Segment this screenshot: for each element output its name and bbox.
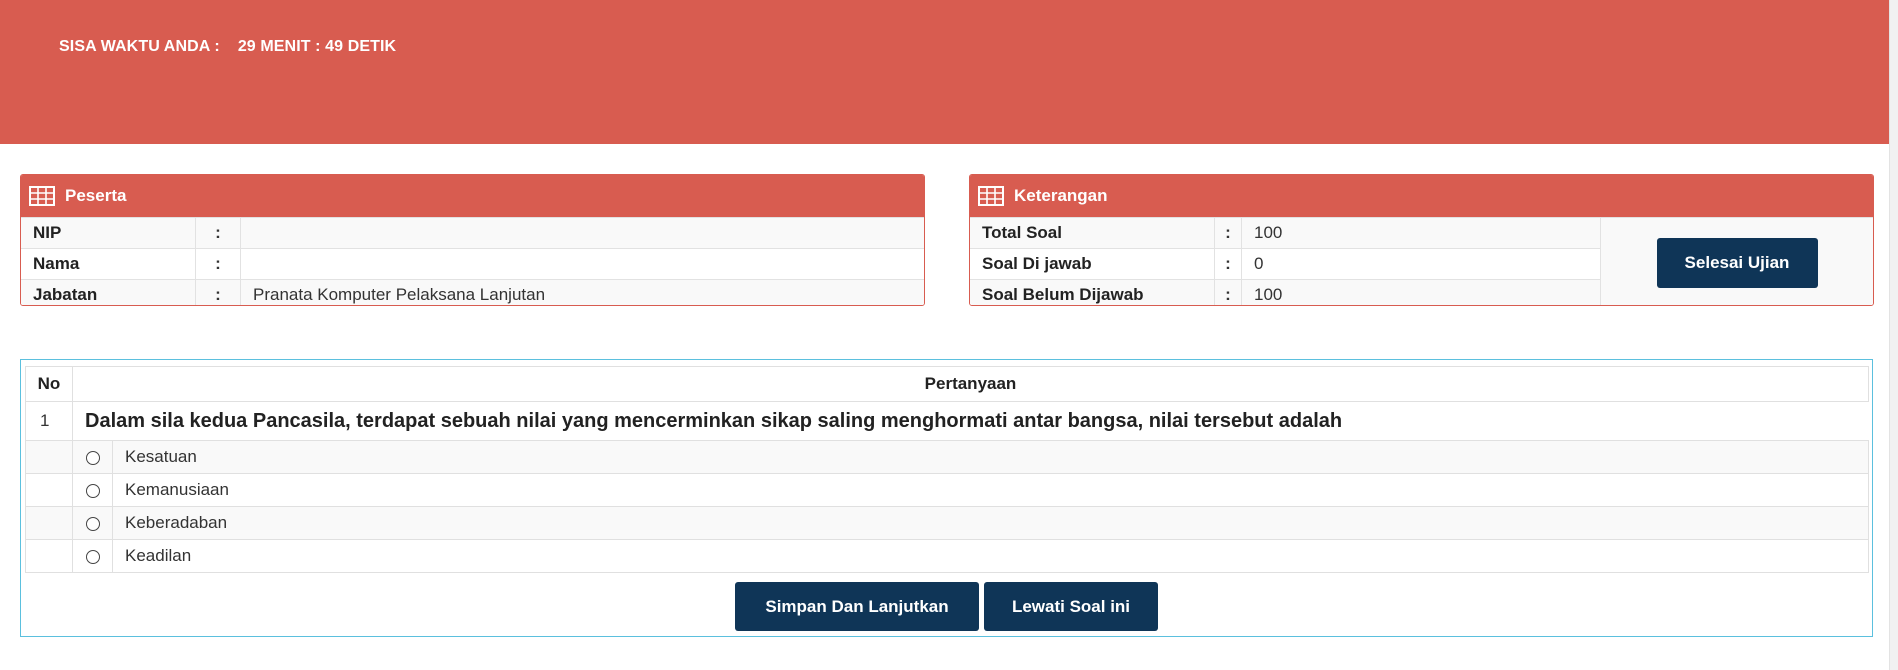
option-spacer	[25, 440, 73, 474]
option-row[interactable]: Keadilan	[25, 539, 1869, 573]
nip-value	[240, 217, 924, 249]
soal-dijawab-value: 0	[1241, 248, 1600, 280]
question-table: No Pertanyaan 1 Dalam sila kedua Pancasi…	[25, 366, 1869, 573]
keterangan-row-dijawab: Soal Di jawab : 0	[970, 248, 1600, 280]
option-radio-keberadaban[interactable]	[85, 516, 100, 531]
peserta-row-jabatan: Jabatan : Pranata Komputer Pelaksana Lan…	[21, 279, 924, 305]
nip-colon: :	[195, 217, 241, 249]
option-radio-kesatuan[interactable]	[85, 450, 100, 465]
jabatan-value: Pranata Komputer Pelaksana Lanjutan	[240, 279, 924, 305]
peserta-panel-title: Peserta	[65, 186, 127, 205]
option-radio-cell	[72, 506, 113, 540]
option-spacer	[25, 473, 73, 507]
table-grid-icon	[978, 186, 1004, 206]
top-header-bar: SISA WAKTU ANDA : 29 MENIT : 49 DETIK	[0, 0, 1890, 144]
keterangan-panel-title: Keterangan	[1014, 186, 1108, 205]
finish-exam-button[interactable]: Selesai Ujian	[1656, 237, 1818, 288]
soal-dijawab-label: Soal Di jawab	[970, 248, 1215, 280]
soal-belum-colon: :	[1214, 279, 1242, 305]
total-soal-label: Total Soal	[970, 217, 1215, 249]
option-radio-cell	[72, 440, 113, 474]
option-label-keberadaban[interactable]: Keberadaban	[112, 506, 1869, 540]
question-text: Dalam sila kedua Pancasila, terdapat seb…	[72, 401, 1869, 441]
skip-question-button[interactable]: Lewati Soal ini	[984, 582, 1158, 631]
table-grid-icon	[29, 186, 55, 206]
nip-label: NIP	[21, 217, 196, 249]
keterangan-row-total: Total Soal : 100	[970, 217, 1600, 249]
nama-label: Nama	[21, 248, 196, 280]
option-label-kemanusiaan[interactable]: Kemanusiaan	[112, 473, 1869, 507]
option-radio-kemanusiaan[interactable]	[85, 483, 100, 498]
timer-value: 29 MENIT : 49 DETIK	[237, 38, 397, 55]
peserta-row-nip: NIP :	[21, 217, 924, 249]
jabatan-label: Jabatan	[21, 279, 196, 305]
peserta-panel: Peserta NIP : Nama : Jabatan : Pranata K…	[20, 174, 925, 306]
option-row[interactable]: Kemanusiaan	[25, 473, 1869, 507]
peserta-row-nama: Nama :	[21, 248, 924, 280]
option-label-keadilan[interactable]: Keadilan	[112, 539, 1869, 573]
option-spacer	[25, 506, 73, 540]
countdown-timer: SISA WAKTU ANDA : 29 MENIT : 49 DETIK	[59, 38, 396, 56]
option-radio-cell	[72, 539, 113, 573]
header-question: Pertanyaan	[72, 366, 1869, 402]
option-label-kesatuan[interactable]: Kesatuan	[112, 440, 1869, 474]
jabatan-colon: :	[195, 279, 241, 305]
soal-belum-value: 100	[1241, 279, 1600, 305]
save-and-next-button[interactable]: Simpan Dan Lanjutkan	[735, 582, 979, 631]
keterangan-panel: Keterangan Total Soal : 100 Soal Di jawa…	[969, 174, 1874, 306]
peserta-panel-header: Peserta	[21, 175, 924, 217]
question-actions: Simpan Dan Lanjutkan Lewati Soal ini	[21, 582, 1872, 631]
option-spacer	[25, 539, 73, 573]
option-row[interactable]: Keberadaban	[25, 506, 1869, 540]
option-radio-keadilan[interactable]	[85, 549, 100, 564]
total-soal-colon: :	[1214, 217, 1242, 249]
question-panel: No Pertanyaan 1 Dalam sila kedua Pancasi…	[20, 359, 1873, 637]
option-radio-cell	[72, 473, 113, 507]
peserta-table: NIP : Nama : Jabatan : Pranata Komputer …	[21, 217, 924, 305]
keterangan-body: Total Soal : 100 Soal Di jawab : 0 Soal …	[970, 217, 1873, 305]
nama-value	[240, 248, 924, 280]
keterangan-table: Total Soal : 100 Soal Di jawab : 0 Soal …	[970, 217, 1600, 305]
soal-dijawab-colon: :	[1214, 248, 1242, 280]
page-scrollbar[interactable]	[1889, 0, 1898, 670]
finish-button-cell: Selesai Ujian	[1600, 217, 1873, 305]
option-row[interactable]: Kesatuan	[25, 440, 1869, 474]
soal-belum-label: Soal Belum Dijawab	[970, 279, 1215, 305]
question-header-row: No Pertanyaan	[25, 366, 1869, 402]
keterangan-row-belum: Soal Belum Dijawab : 100	[970, 279, 1600, 305]
nama-colon: :	[195, 248, 241, 280]
keterangan-panel-header: Keterangan	[970, 175, 1873, 217]
question-row: 1 Dalam sila kedua Pancasila, terdapat s…	[25, 401, 1869, 441]
timer-label: SISA WAKTU ANDA :	[59, 38, 220, 55]
total-soal-value: 100	[1241, 217, 1600, 249]
question-number: 1	[25, 401, 73, 441]
header-no: No	[25, 366, 73, 402]
